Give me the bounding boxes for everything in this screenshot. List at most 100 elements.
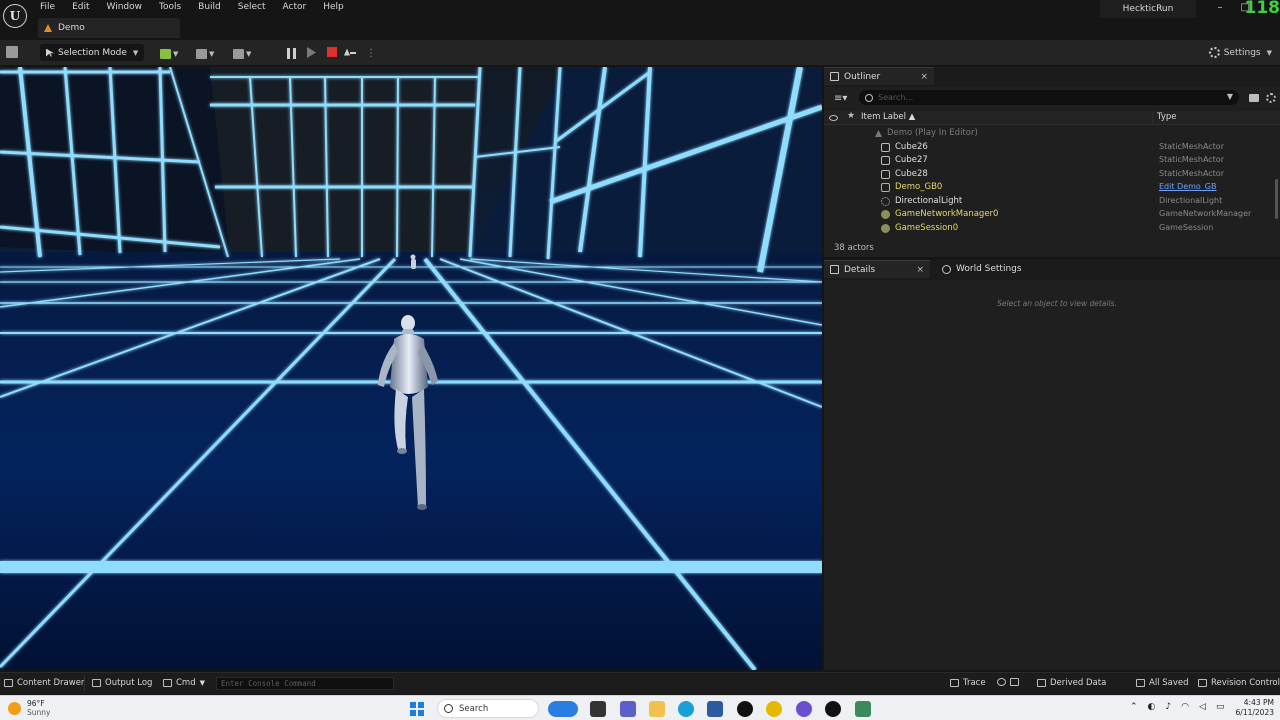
derived-data-button[interactable]: Derived Data xyxy=(1037,678,1106,688)
unreal-engine-icon[interactable] xyxy=(825,701,841,717)
chrome-icon[interactable] xyxy=(766,701,782,717)
column-type[interactable]: Type xyxy=(1157,112,1177,122)
table-row[interactable]: Demo_GB0 Edit Demo_GB xyxy=(824,181,1280,195)
task-view-icon[interactable] xyxy=(590,701,606,717)
table-row[interactable]: Cube28 StaticMeshActor xyxy=(824,168,1280,182)
level-icon xyxy=(875,130,882,137)
cursor-icon xyxy=(46,48,54,57)
cinematics-button[interactable]: ▼ xyxy=(233,46,251,61)
console-command-input[interactable] xyxy=(221,679,391,688)
minimize-icon[interactable]: – xyxy=(1218,2,1223,13)
chevron-down-icon[interactable]: ▼ xyxy=(1227,92,1233,101)
row-name: Cube28 xyxy=(895,168,928,179)
table-row[interactable]: Cube26 StaticMeshActor xyxy=(824,141,1280,155)
unreal-logo-icon[interactable]: U xyxy=(3,4,27,28)
windows-start-icon[interactable] xyxy=(410,702,424,716)
details-body: Select an object to view details. xyxy=(824,280,1280,670)
wifi-icon[interactable]: ◠ xyxy=(1181,702,1189,712)
weather-widget[interactable]: 96°F Sunny xyxy=(8,699,50,717)
level-icon xyxy=(44,24,52,32)
cmd-dropdown[interactable]: Cmd ▼ xyxy=(163,678,205,688)
outliner-search[interactable]: ▼ xyxy=(859,90,1239,105)
game-viewport[interactable] xyxy=(0,67,822,670)
menu-actor[interactable]: Actor xyxy=(277,0,313,16)
row-name: Cube27 xyxy=(895,155,928,165)
tab-details[interactable]: Details × xyxy=(824,260,930,278)
table-row[interactable]: GameSession0 GameSession xyxy=(824,222,1280,236)
file-explorer-icon[interactable] xyxy=(649,701,665,717)
output-log-icon xyxy=(92,679,101,687)
edge-icon[interactable] xyxy=(678,701,694,717)
light-icon xyxy=(881,196,890,206)
row-type: StaticMeshActor xyxy=(1159,168,1224,178)
selection-mode-dropdown[interactable]: Selection Mode ▼ xyxy=(40,44,145,61)
column-item-label[interactable]: Item Label ▲ xyxy=(861,112,915,122)
close-icon[interactable]: × xyxy=(916,265,924,275)
outliner-scrollbar[interactable] xyxy=(1275,179,1278,219)
trace-button[interactable]: Trace xyxy=(950,678,986,688)
bing-icon[interactable] xyxy=(548,701,578,717)
derived-data-label: Derived Data xyxy=(1050,678,1107,688)
chevron-down-icon: ▼ xyxy=(199,679,206,687)
chevron-up-icon[interactable]: ⌃ xyxy=(1130,702,1138,712)
add-folder-icon[interactable] xyxy=(1249,94,1259,102)
all-saved-button[interactable]: All Saved xyxy=(1136,678,1189,688)
edit-blueprint-link[interactable]: Edit Demo_GB xyxy=(1159,182,1217,191)
output-log-button[interactable]: Output Log xyxy=(92,678,152,688)
teams-icon[interactable] xyxy=(620,701,636,717)
more-options-icon[interactable]: ⋮ xyxy=(366,46,376,61)
revision-control-button[interactable]: Revision Control xyxy=(1198,678,1280,688)
table-row[interactable]: DirectionalLight DirectionalLight xyxy=(824,195,1280,209)
save-icon[interactable] xyxy=(6,46,18,58)
record-button[interactable] xyxy=(997,678,1019,686)
app-icon[interactable] xyxy=(855,701,871,717)
row-type: GameNetworkManager xyxy=(1159,209,1252,218)
details-panel: Details × World Settings Select an objec… xyxy=(824,260,1280,670)
blueprint-button[interactable]: ▼ xyxy=(196,46,214,61)
column-divider[interactable] xyxy=(1152,111,1153,125)
console-command[interactable] xyxy=(216,677,394,690)
close-icon[interactable]: × xyxy=(920,72,928,82)
system-clock[interactable]: 4:43 PM 6/11/2023 xyxy=(1228,698,1274,718)
taskbar-search[interactable]: Search xyxy=(437,699,539,718)
alienware-icon[interactable] xyxy=(737,701,753,717)
menu-tools[interactable]: Tools xyxy=(153,0,187,16)
trace-icon xyxy=(950,679,959,687)
tab-outliner[interactable]: Outliner × xyxy=(824,67,934,85)
microphone-icon[interactable]: ♪ xyxy=(1165,702,1171,712)
gear-icon[interactable] xyxy=(1266,93,1276,103)
menu-file[interactable]: File xyxy=(34,0,61,16)
world-settings-label: World Settings xyxy=(956,264,1022,274)
level-tab[interactable]: Demo xyxy=(38,18,180,38)
terminal-icon xyxy=(163,679,172,687)
volume-icon[interactable]: ◁ xyxy=(1199,702,1206,712)
menu-edit[interactable]: Edit xyxy=(66,0,95,16)
eject-button[interactable] xyxy=(344,46,356,58)
outliner-search-input[interactable] xyxy=(878,93,1208,102)
pause-button[interactable] xyxy=(287,47,299,59)
menu-build[interactable]: Build xyxy=(192,0,227,16)
table-row[interactable]: GameNetworkManager0 GameNetworkManager xyxy=(824,208,1280,222)
clock-date: 6/11/2023 xyxy=(1235,708,1274,717)
table-row[interactable]: Cube27 StaticMeshActor xyxy=(824,154,1280,168)
network-icon[interactable]: ◐ xyxy=(1148,702,1156,712)
battery-icon[interactable]: ▭ xyxy=(1216,702,1225,712)
store-icon[interactable] xyxy=(707,701,723,717)
menu-help[interactable]: Help xyxy=(317,0,350,16)
table-row[interactable]: Demo (Play In Editor) xyxy=(824,127,1280,141)
filter-icon[interactable]: ≡▾ xyxy=(834,93,847,104)
add-actor-button[interactable]: ▼ xyxy=(160,46,178,61)
content-drawer-button[interactable]: Content Drawer xyxy=(4,678,84,688)
revision-control-icon xyxy=(1198,679,1207,687)
clapper-icon xyxy=(233,48,244,59)
settings-button[interactable]: Settings ▼ xyxy=(1208,45,1272,60)
menu-select[interactable]: Select xyxy=(232,0,272,16)
details-empty-message: Select an object to view details. xyxy=(997,299,1117,308)
menu-window[interactable]: Window xyxy=(101,0,149,16)
eye-icon[interactable] xyxy=(829,115,838,121)
discord-icon[interactable] xyxy=(796,701,812,717)
star-icon[interactable]: ★ xyxy=(847,111,855,121)
stop-button[interactable] xyxy=(327,47,337,57)
step-frame-button[interactable] xyxy=(307,47,318,58)
tab-world-settings[interactable]: World Settings xyxy=(936,260,1046,278)
